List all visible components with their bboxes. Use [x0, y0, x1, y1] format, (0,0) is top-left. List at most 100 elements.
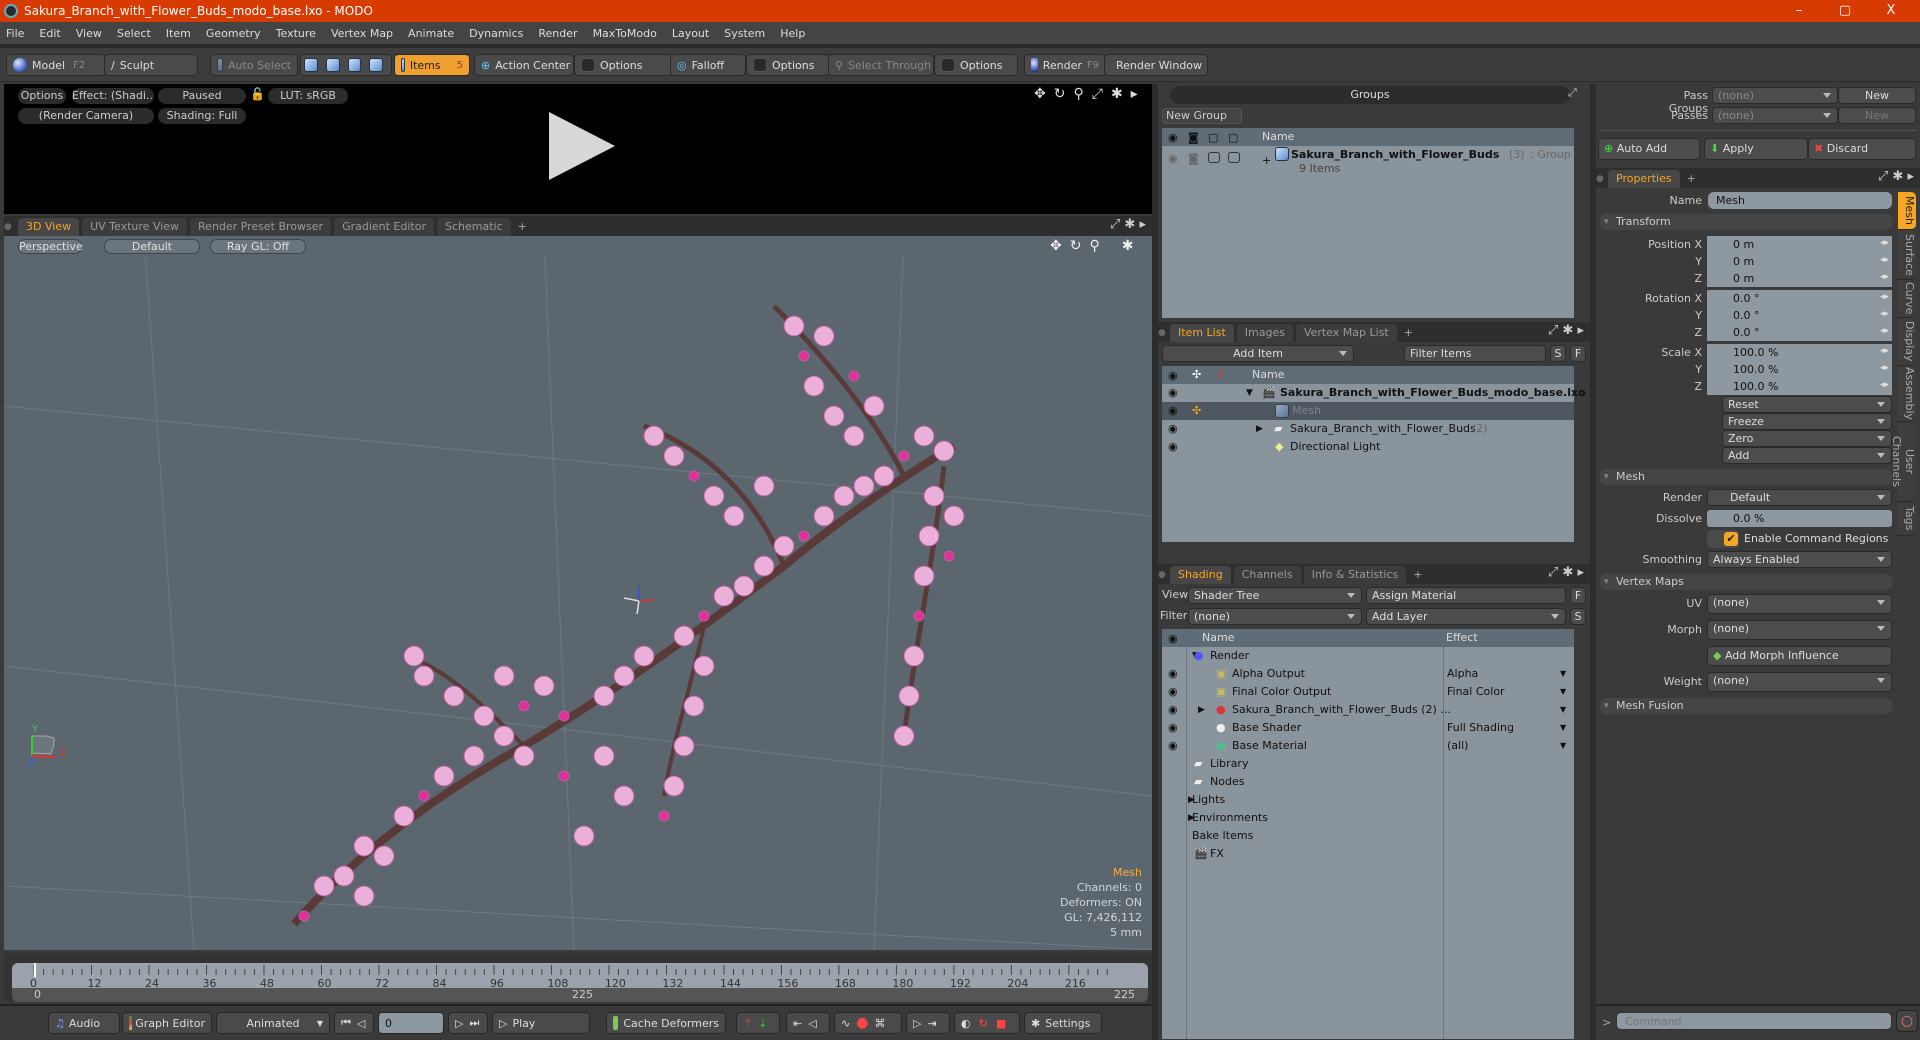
shader-tree-row[interactable]: ◉ ▣ Final Color Output Final Color ▼	[1162, 683, 1574, 701]
slider-arrows-icon[interactable]: ◂▸	[1880, 363, 1889, 373]
gear-icon[interactable]: ✱	[1111, 86, 1123, 102]
next-key-icon[interactable]: ⇥	[927, 1017, 936, 1030]
name-column-header[interactable]: Name	[1202, 631, 1234, 644]
minimize-button[interactable]: –	[1776, 0, 1822, 22]
polygons-mode-icon[interactable]	[347, 58, 362, 72]
slider-arrows-icon[interactable]: ◂▸	[1880, 346, 1889, 356]
effect-column-header[interactable]: Effect	[1446, 631, 1478, 644]
new-pass-group-button[interactable]: New	[1838, 87, 1916, 104]
lock-column-icon[interactable]: ▢	[1208, 131, 1218, 144]
next-keyframe-icon[interactable]: ▷	[913, 1017, 921, 1030]
visibility-column-icon[interactable]: ◉	[1168, 632, 1178, 645]
transform-section[interactable]: Transform	[1600, 214, 1892, 230]
vertices-mode-icon[interactable]	[304, 58, 318, 72]
key-curve-icon[interactable]: ∿	[841, 1017, 850, 1030]
menu-animate[interactable]: Animate	[408, 27, 454, 40]
lock-icon[interactable]: ✣	[1192, 402, 1201, 420]
shader-tree-row[interactable]: 🎬 FX	[1162, 845, 1574, 863]
timeline-ruler[interactable]: 0 12 24 36 48 60 72 84 96 108 120 132 144 156 168 180 19…	[12, 963, 1148, 990]
maximize-icon[interactable]: ⤢	[1092, 86, 1103, 102]
animated-dropdown[interactable]: Animated ▼	[216, 1012, 330, 1034]
menu-dynamics[interactable]: Dynamics	[469, 27, 523, 40]
smoothing-dropdown[interactable]: Always Enabled	[1707, 551, 1892, 568]
assign-material-button[interactable]: Assign Material	[1366, 587, 1566, 604]
group-row[interactable]: ◉ ◙ + Sakura_Branch_with_Flower_Buds (3)…	[1162, 146, 1574, 180]
gear-icon[interactable]: ✱	[1562, 565, 1573, 580]
effect-dropdown-icon[interactable]: ▼	[1560, 737, 1566, 755]
expand-arrow-icon[interactable]: ▸	[1577, 565, 1584, 580]
axes-column-icon[interactable]: ⅄	[1217, 368, 1224, 381]
sakura-branch[interactable]	[291, 304, 965, 927]
settings-button[interactable]: ✱ Settings	[1024, 1012, 1102, 1034]
preview-camera-dropdown[interactable]: (Render Camera)	[18, 108, 154, 124]
tab-uv-texture-view[interactable]: UV Texture View	[82, 218, 188, 236]
render-window-button[interactable]: Render Window	[1104, 54, 1208, 76]
visibility-eye-icon[interactable]: ◉	[1168, 719, 1178, 737]
tab-item-list[interactable]: Item List	[1170, 324, 1234, 342]
reset-dropdown[interactable]: Reset	[1722, 396, 1892, 413]
close-button[interactable]: X	[1868, 0, 1914, 22]
prev-key-icon[interactable]: ⇤	[793, 1017, 802, 1030]
passes-dropdown[interactable]: (none)	[1712, 107, 1838, 124]
slider-arrows-icon[interactable]: ◂▸	[1880, 272, 1889, 282]
render-column-icon[interactable]: ◙	[1188, 131, 1199, 144]
slider-arrows-icon[interactable]: ◂▸	[1880, 292, 1889, 302]
enable-command-regions-checkbox[interactable]: ✔	[1707, 530, 1739, 548]
rotation-z-field[interactable]: 0.0 °	[1707, 324, 1892, 341]
auto-add-button[interactable]: ⊕ Auto Add	[1598, 138, 1700, 160]
effect-dropdown-icon[interactable]: ▼	[1560, 665, 1566, 683]
dissolve-field[interactable]: 0.0 %	[1707, 510, 1892, 527]
auto-key-icon[interactable]: ⌘	[874, 1017, 885, 1030]
maximize-icon[interactable]: ⤢	[1568, 86, 1577, 100]
discard-button[interactable]: ✖ Discard	[1808, 138, 1916, 160]
visibility-eye-icon[interactable]: ◉	[1168, 402, 1178, 420]
step-back-icon[interactable]: ◁	[357, 1017, 365, 1030]
shader-tree-row[interactable]: ▶ Environments	[1162, 809, 1574, 827]
visibility-column-icon[interactable]: ◉	[1168, 131, 1178, 144]
mesh-fusion-section[interactable]: Mesh Fusion	[1600, 698, 1892, 714]
rotation-y-field[interactable]: 0.0 °	[1707, 307, 1892, 324]
gear-icon[interactable]: ✱	[1562, 323, 1573, 338]
tab-3d-view[interactable]: 3D View	[18, 218, 80, 236]
preview-play-icon[interactable]	[549, 112, 615, 180]
materials-mode-icon[interactable]	[369, 58, 383, 72]
add-tab-button[interactable]: +	[514, 218, 531, 236]
freeze-dropdown[interactable]: Freeze	[1722, 413, 1892, 430]
key-up-icon[interactable]: ⇡	[743, 1017, 752, 1030]
effect-dropdown-icon[interactable]: ▼	[1560, 683, 1566, 701]
timeline-range[interactable]: 0 225 225	[12, 988, 1148, 1002]
vertex-maps-section[interactable]: Vertex Maps	[1600, 574, 1892, 590]
add-item-dropdown[interactable]: Add Item	[1162, 345, 1354, 362]
item-row-scene[interactable]: ◉ ▼ 🎬 Sakura_Branch_with_Flower_Buds_mod…	[1162, 384, 1586, 402]
scale-y-field[interactable]: 100.0 %	[1707, 361, 1892, 378]
shader-tree-row[interactable]: ◉ ● Base Material (all) ▼	[1162, 737, 1574, 755]
tab-properties[interactable]: Properties	[1608, 170, 1680, 188]
render-button[interactable]: Render F9	[1024, 54, 1106, 76]
vtab-user-channels[interactable]: User Channels	[1890, 422, 1916, 502]
menu-select[interactable]: Select	[117, 27, 151, 40]
lock-column-icon[interactable]: ✣	[1192, 368, 1201, 381]
visibility-eye-icon[interactable]: ◉	[1168, 384, 1178, 402]
action-center-button[interactable]: ⊕ Action Center	[474, 54, 574, 76]
preview-options-button[interactable]: Options	[18, 88, 66, 104]
add-dropdown[interactable]: Add	[1722, 447, 1892, 464]
shader-tree-row[interactable]: ▶ Lights	[1162, 791, 1574, 809]
zero-dropdown[interactable]: Zero	[1722, 430, 1892, 447]
maximize-icon[interactable]: ⤢	[1548, 323, 1558, 338]
gear-icon[interactable]: ✱	[1122, 238, 1134, 254]
item-row-light[interactable]: ◉ ◆ Directional Light	[1162, 438, 1574, 456]
collapse-triangle-icon[interactable]: ▼	[1246, 384, 1253, 402]
unlock-icon[interactable]: 🔓	[250, 87, 265, 101]
scale-z-field[interactable]: 100.0 %	[1707, 378, 1892, 395]
command-input[interactable]	[1616, 1012, 1892, 1030]
record-macro-icon[interactable]: ○	[1896, 1010, 1918, 1032]
add-tab-button[interactable]: +	[1400, 324, 1417, 342]
key-selected-icon[interactable]: ■	[996, 1017, 1006, 1030]
lock-toggle[interactable]	[1208, 152, 1220, 163]
prev-keyframe-icon[interactable]: ◁	[808, 1017, 816, 1030]
expand-arrow-icon[interactable]: ▸	[1139, 217, 1146, 232]
gear-icon[interactable]: ✱	[1892, 169, 1903, 184]
select-toggle[interactable]	[1228, 152, 1240, 163]
pass-groups-dropdown[interactable]: (none)	[1712, 87, 1838, 104]
cache-deformers-button[interactable]: Cache Deformers	[606, 1012, 726, 1034]
